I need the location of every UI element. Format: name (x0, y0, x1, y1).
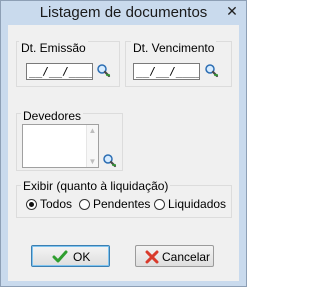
vencimento-lookup-icon[interactable] (204, 63, 219, 78)
devedores-label: Devedores (21, 109, 84, 123)
close-button[interactable]: ✕ (221, 2, 243, 20)
window-title: Listagem de documentos (39, 4, 208, 21)
radio-todos[interactable]: Todos (26, 197, 72, 211)
radio-liquidados-indicator[interactable] (154, 199, 165, 210)
radio-todos-indicator[interactable] (26, 199, 37, 210)
cancel-button-label: Cancelar (162, 250, 211, 264)
title-bar[interactable]: Listagem de documentos ✕ (1, 1, 246, 25)
radio-liquidados-label: Liquidados (168, 197, 227, 211)
scroll-up-icon[interactable]: ▲ (87, 126, 98, 135)
devedores-listbox[interactable]: ▲ ▼ (22, 124, 99, 168)
dialog-window: Listagem de documentos ✕ Dt. Emissão __/… (0, 0, 247, 287)
ok-button[interactable]: OK (31, 245, 110, 267)
radio-pendentes-label: Pendentes (93, 197, 151, 211)
vencimento-date-input[interactable]: __/__/____ (133, 63, 200, 80)
emissao-label: Dt. Emissão (19, 41, 88, 55)
devedores-lookup-icon[interactable] (102, 153, 117, 168)
liquidacao-label: Exibir (quanto à liquidação) (21, 179, 171, 193)
green-check-icon (52, 250, 68, 263)
red-x-icon (145, 250, 159, 264)
ok-button-label: OK (73, 250, 91, 264)
radio-liquidados[interactable]: Liquidados (154, 197, 226, 211)
radio-pendentes-indicator[interactable] (79, 199, 90, 210)
vencimento-label: Dt. Vencimento (131, 41, 217, 55)
radio-pendentes[interactable]: Pendentes (79, 197, 150, 211)
emissao-date-input[interactable]: __/__/____ (26, 63, 93, 80)
scroll-down-icon[interactable]: ▼ (87, 157, 98, 166)
emissao-lookup-icon[interactable] (96, 63, 111, 78)
cancel-button[interactable]: Cancelar (135, 245, 214, 267)
radio-todos-label: Todos (40, 197, 73, 211)
devedores-scrollbar[interactable]: ▲ ▼ (86, 125, 98, 167)
dialog-body: Dt. Emissão __/__/____ Dt. Vencimento __… (8, 25, 239, 281)
